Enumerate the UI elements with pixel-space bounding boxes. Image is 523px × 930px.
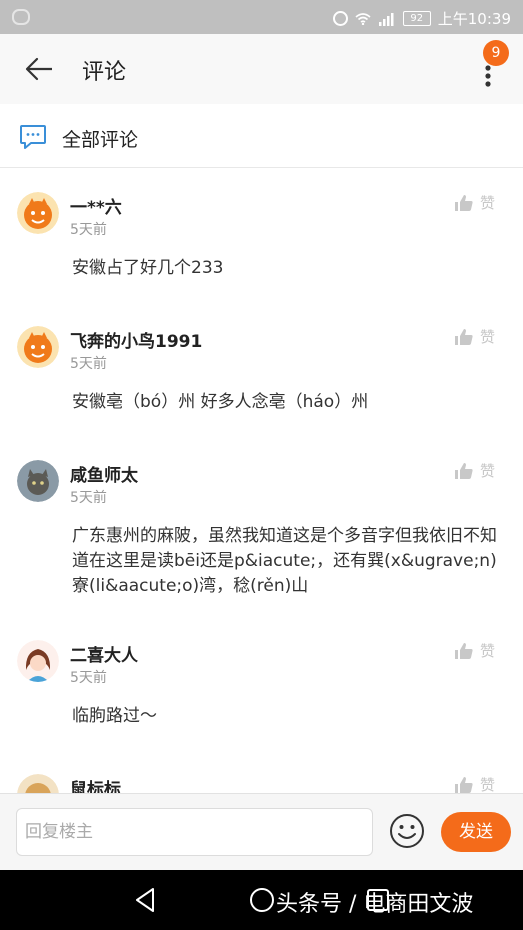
notification-icon (12, 9, 30, 25)
like-label: 赞 (480, 328, 496, 346)
reply-bar: 回复楼主 发送 (0, 793, 523, 871)
header: 评论 9 (0, 34, 523, 104)
nav-home-icon[interactable] (249, 887, 275, 913)
signal-icon (378, 12, 394, 26)
comment-bubble-icon (20, 125, 46, 149)
user-avatar[interactable] (17, 192, 59, 234)
user-avatar[interactable] (17, 460, 59, 502)
thumbs-up-icon (455, 194, 473, 211)
user-avatar[interactable] (17, 326, 59, 368)
page-title: 评论 (82, 60, 127, 85)
like-button[interactable]: 赞 (454, 192, 495, 213)
send-button[interactable]: 发送 (441, 812, 511, 852)
watermark-text: 头条号 / 电商田文波 (276, 892, 474, 917)
comment-item: 鼠标标 赞 (0, 750, 523, 793)
all-comments-section: 全部评论 (0, 104, 523, 168)
section-title: 全部评论 (62, 129, 139, 151)
like-button[interactable]: 赞 (454, 640, 495, 661)
like-button[interactable]: 赞 (454, 774, 495, 793)
status-bar: 92 上午10:39 (0, 0, 523, 34)
battery-icon: 92 (402, 11, 431, 26)
like-button[interactable]: 赞 (454, 326, 495, 347)
comment-item: 咸鱼师太 5天前 赞 广东惠州的麻陂，虽然我知道这是个多音字但我依旧不知道在这里… (0, 436, 523, 626)
like-label: 赞 (480, 462, 496, 480)
navigation-bar: 头条号 / 电商田文波 (0, 870, 523, 930)
status-icons: 92 上午10:39 (332, 8, 511, 29)
notification-badge: 9 (483, 40, 509, 66)
alarm-icon (332, 11, 348, 26)
reply-input[interactable]: 回复楼主 (16, 808, 373, 856)
user-avatar[interactable] (17, 640, 59, 682)
comment-time: 5天前 (70, 490, 107, 506)
wifi-icon (355, 12, 371, 25)
comment-time: 5天前 (70, 670, 107, 686)
like-label: 赞 (480, 194, 496, 212)
comment-author[interactable]: 咸鱼师太 (70, 461, 138, 486)
thumbs-up-icon (455, 328, 473, 345)
thumbs-up-icon (455, 776, 473, 793)
like-label: 赞 (480, 776, 496, 793)
back-arrow-icon[interactable] (22, 54, 56, 84)
comment-item: 二喜大人 5天前 赞 临朐路过～ (0, 616, 523, 766)
nav-back-icon[interactable] (133, 887, 157, 913)
comment-text: 广东惠州的麻陂，虽然我知道这是个多音字但我依旧不知道在这里是读bēi还是p&ia… (72, 526, 497, 596)
comment-text: 安徽占了好几个233 (72, 258, 224, 278)
comment-author[interactable]: 鼠标标 (70, 775, 121, 793)
comment-author[interactable]: 飞奔的小鸟1991 (70, 327, 202, 352)
user-avatar[interactable] (17, 774, 59, 793)
comment-text: 安徽亳（bó）州 好多人念亳（háo）州 (72, 392, 369, 412)
thumbs-up-icon (455, 642, 473, 659)
comment-author[interactable]: 一**六 (70, 193, 122, 218)
comment-time: 5天前 (70, 356, 107, 372)
thumbs-up-icon (455, 462, 473, 479)
comment-author[interactable]: 二喜大人 (70, 641, 138, 666)
like-label: 赞 (480, 642, 496, 660)
comment-time: 5天前 (70, 222, 107, 238)
comment-text: 临朐路过～ (72, 706, 157, 726)
emoji-icon[interactable] (389, 813, 425, 849)
like-button[interactable]: 赞 (454, 460, 495, 481)
status-time: 上午10:39 (437, 10, 511, 28)
